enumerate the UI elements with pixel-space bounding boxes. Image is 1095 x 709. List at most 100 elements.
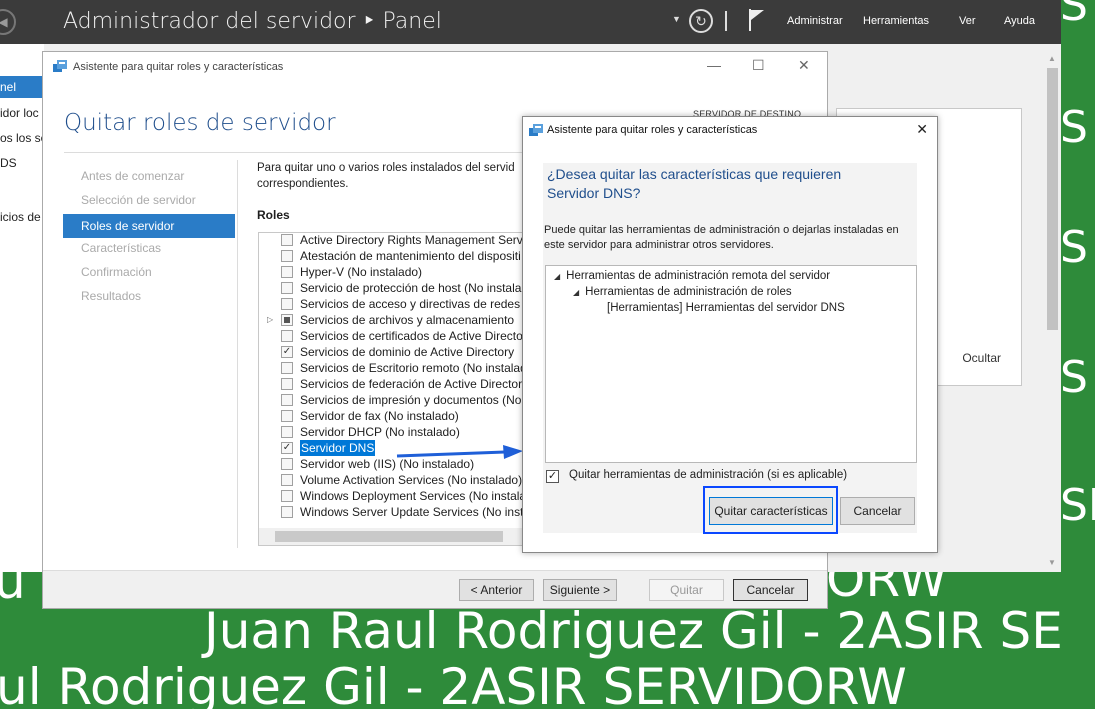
role-row[interactable]: Servicios de impresión y documentos (No: [259, 392, 527, 408]
remove-tools-checkbox[interactable]: ✓: [546, 470, 559, 483]
role-label: Hyper-V (No instalado): [300, 265, 423, 279]
close-icon[interactable]: ✕: [798, 57, 810, 74]
tree-item[interactable]: [Herramientas] Herramientas del servidor…: [607, 301, 845, 316]
role-checkbox[interactable]: [281, 426, 293, 438]
role-checkbox[interactable]: [281, 394, 293, 406]
dropdown-icon[interactable]: ▼: [672, 14, 681, 24]
role-checkbox[interactable]: ✓: [281, 346, 293, 358]
role-checkbox[interactable]: [281, 362, 293, 374]
step-results[interactable]: Resultados: [63, 286, 235, 310]
role-row[interactable]: Windows Server Update Services (No insta: [259, 504, 527, 520]
expanded-icon[interactable]: ◢: [554, 272, 560, 281]
role-checkbox[interactable]: [281, 330, 293, 342]
sidebar-item-dns[interactable]: DS: [0, 152, 44, 174]
remove-tools-label: Quitar herramientas de administración (s…: [569, 469, 848, 481]
role-checkbox[interactable]: [281, 282, 293, 294]
tree-item[interactable]: ◢ Herramientas de administración de roles: [573, 285, 792, 300]
role-checkbox[interactable]: [281, 474, 293, 486]
features-tree[interactable]: ◢ Herramientas de administración remota d…: [545, 265, 917, 463]
role-checkbox[interactable]: [281, 378, 293, 390]
previous-button[interactable]: < Anterior: [459, 579, 534, 601]
role-row[interactable]: Volume Activation Services (No instalado…: [259, 472, 527, 488]
refresh-icon[interactable]: ↻: [689, 9, 713, 33]
scrollbar-thumb[interactable]: [1047, 68, 1058, 330]
dialog-cancel-button[interactable]: Cancelar: [840, 497, 915, 525]
sidebar: nel idor loc os los se DS icios de: [0, 44, 44, 572]
role-checkbox[interactable]: [281, 266, 293, 278]
cancel-button[interactable]: Cancelar: [733, 579, 808, 601]
tree-item-label: Herramientas de administración remota de…: [566, 270, 831, 282]
maximize-icon[interactable]: ☐: [752, 57, 765, 74]
expanded-icon[interactable]: ◢: [573, 288, 579, 297]
close-icon[interactable]: ✕: [916, 121, 928, 138]
step-server-selection[interactable]: Selección de servidor: [63, 190, 235, 214]
step-before-start[interactable]: Antes de comenzar: [63, 166, 235, 190]
back-icon[interactable]: ◀: [0, 9, 16, 35]
role-row[interactable]: Servidor DHCP (No instalado): [259, 424, 527, 440]
role-label: Servidor DHCP (No instalado): [300, 425, 460, 439]
vertical-scrollbar[interactable]: ▲ ▼: [1044, 50, 1061, 572]
role-label: Servicio de protección de host (No insta…: [300, 281, 528, 295]
role-row[interactable]: Hyper-V (No instalado): [259, 264, 527, 280]
role-row[interactable]: Servicios de federación de Active Direct…: [259, 376, 527, 392]
menu-ayuda[interactable]: Ayuda: [1004, 15, 1035, 27]
role-label: Servicios de Escritorio remoto (No insta…: [300, 361, 527, 375]
role-row[interactable]: ▷ Servicios de archivos y almacenamiento: [259, 312, 527, 328]
tree-item[interactable]: ◢ Herramientas de administración remota d…: [554, 269, 830, 284]
wizard-title: Asistente para quitar roles y caracterís…: [73, 61, 284, 73]
watermark-letter: S: [1060, 222, 1088, 273]
annotation-arrow-icon: [396, 445, 523, 459]
menu-ver[interactable]: Ver: [959, 15, 976, 27]
role-row[interactable]: Atestación de mantenimiento del disposit…: [259, 248, 527, 264]
scroll-up-icon[interactable]: ▲: [1048, 54, 1056, 63]
intro-line: Para quitar uno o varios roles instalado…: [257, 162, 515, 174]
horizontal-scrollbar[interactable]: [259, 528, 527, 545]
minimize-icon[interactable]: —: [707, 57, 721, 73]
remove-features-button[interactable]: Quitar características: [709, 497, 833, 525]
menu-herramientas[interactable]: Herramientas: [863, 15, 929, 27]
roles-list[interactable]: Windows Server Update Services (No insta…: [258, 232, 528, 546]
server-manager-icon: [529, 124, 543, 136]
role-checkbox[interactable]: [281, 506, 293, 518]
sidebar-item-panel[interactable]: nel: [0, 76, 44, 98]
role-row[interactable]: Servicio de protección de host (No insta…: [259, 280, 528, 296]
sidebar-item-all-servers[interactable]: os los se: [0, 127, 44, 149]
sidebar-item-services[interactable]: icios de: [0, 206, 44, 228]
breadcrumb: Administrador del servidor ‣ Panel: [63, 9, 442, 34]
role-label: Servicios de acceso y directivas de rede…: [300, 297, 528, 311]
step-features[interactable]: Características: [63, 238, 235, 262]
expand-icon[interactable]: ▷: [267, 312, 273, 328]
role-row[interactable]: Servidor de fax (No instalado): [259, 408, 527, 424]
role-checkbox[interactable]: [281, 234, 293, 246]
dialog-description: Puede quitar las herramientas de adminis…: [544, 224, 899, 251]
role-checkbox[interactable]: [281, 490, 293, 502]
watermark-letter: S: [1060, 0, 1088, 31]
scrollbar-thumb[interactable]: [275, 531, 503, 542]
menu-administrar[interactable]: Administrar: [787, 15, 843, 27]
step-server-roles[interactable]: Roles de servidor: [63, 214, 235, 238]
role-row[interactable]: ✓ Servicios de dominio de Active Director…: [259, 344, 527, 360]
role-label: Volume Activation Services (No instalado…: [300, 473, 523, 487]
intro-line: correspondientes.: [257, 178, 349, 190]
step-confirmation[interactable]: Confirmación: [63, 262, 235, 286]
role-checkbox[interactable]: [281, 298, 293, 310]
tree-item-label: [Herramientas] Herramientas del servidor…: [607, 302, 845, 314]
role-row[interactable]: Active Directory Rights Management Servi: [259, 233, 527, 248]
hide-link[interactable]: Ocultar: [962, 351, 1001, 365]
watermark-letter: S: [1060, 352, 1088, 403]
role-checkbox[interactable]: [281, 250, 293, 262]
role-checkbox[interactable]: [281, 458, 293, 470]
notifications-flag-icon[interactable]: [748, 8, 766, 32]
role-checkbox[interactable]: [281, 314, 293, 326]
role-checkbox[interactable]: ✓: [281, 442, 293, 454]
role-row[interactable]: Servicios de acceso y directivas de rede…: [259, 296, 528, 312]
role-row[interactable]: Servicios de Escritorio remoto (No insta…: [259, 360, 527, 376]
next-button[interactable]: Siguiente >: [543, 579, 617, 601]
sidebar-item-local-server[interactable]: idor loc: [0, 102, 44, 124]
remove-button[interactable]: Quitar: [649, 579, 724, 601]
role-row[interactable]: Windows Deployment Services (No instala: [259, 488, 527, 504]
role-row[interactable]: Servicios de certificados de Active Dire…: [259, 328, 527, 344]
page-title: Quitar roles de servidor: [64, 110, 336, 136]
role-checkbox[interactable]: [281, 410, 293, 422]
scroll-down-icon[interactable]: ▼: [1048, 558, 1056, 567]
